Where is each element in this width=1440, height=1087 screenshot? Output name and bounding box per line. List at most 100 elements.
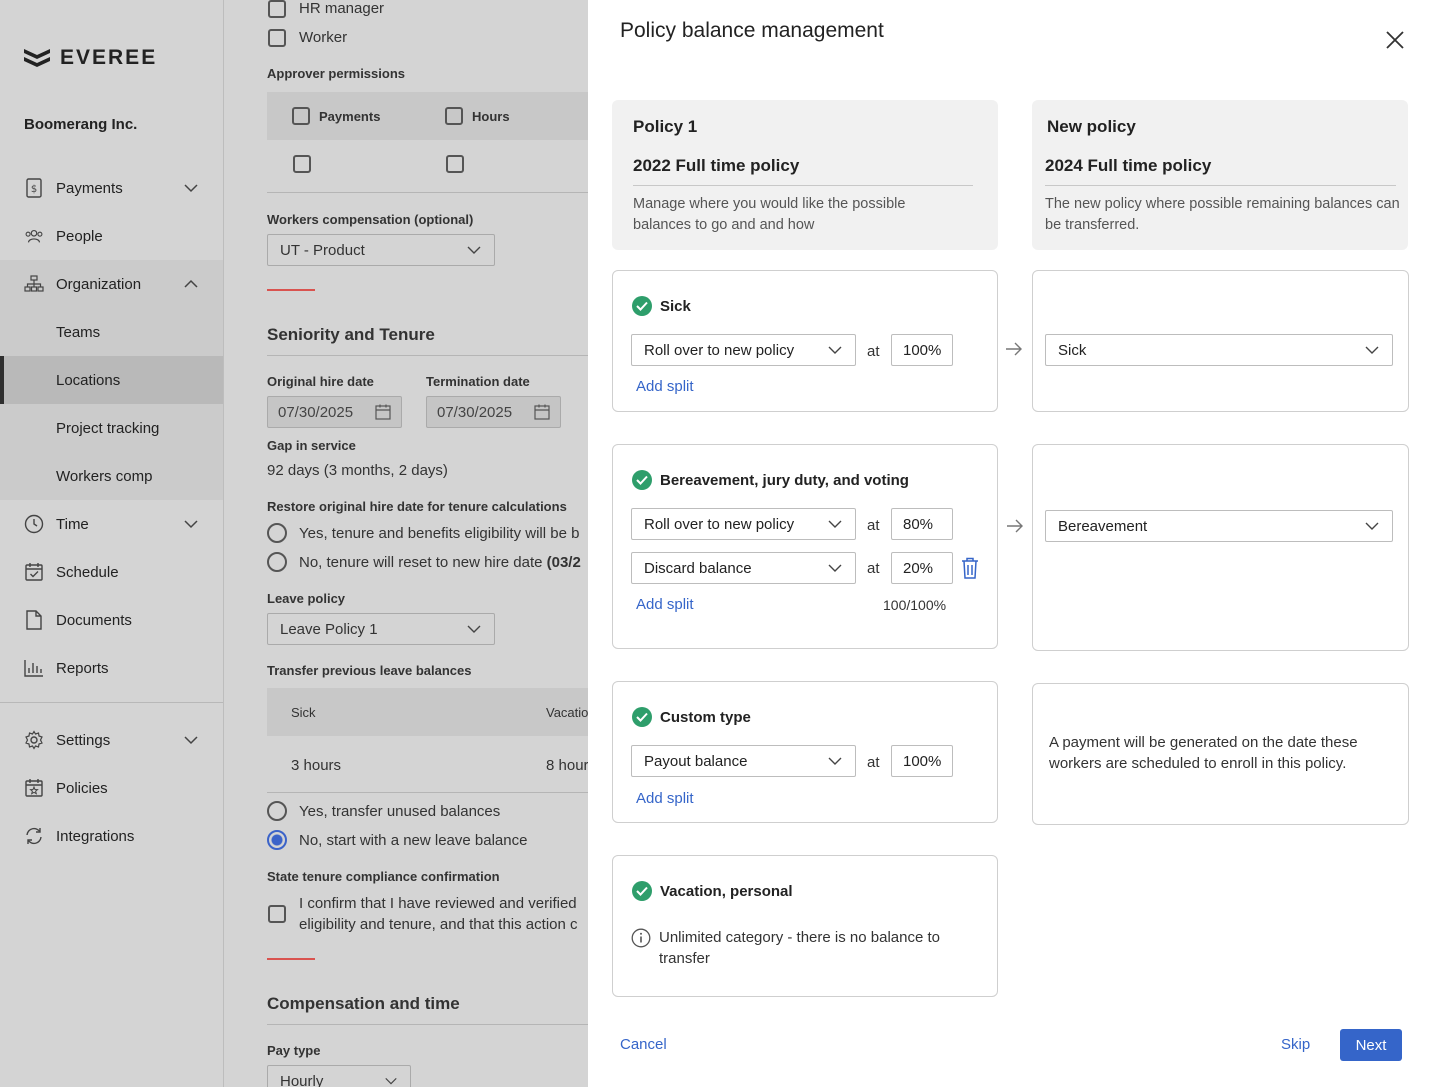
chevron-down-icon	[467, 246, 481, 254]
check-circle-icon	[632, 881, 652, 901]
chevron-down-icon	[828, 757, 842, 765]
everee-logo[interactable]: EVEREE	[24, 46, 157, 70]
pay-type-select[interactable]: Hourly	[267, 1065, 411, 1087]
company-name: Boomerang Inc.	[24, 116, 138, 133]
custom-type-percent-input[interactable]: 100%	[891, 745, 953, 777]
approver-header-checkbox-hours[interactable]	[445, 107, 463, 125]
sidebar-item-documents[interactable]: Documents	[0, 596, 223, 644]
sidebar-item-people[interactable]: People	[0, 212, 223, 260]
sidebar: EVEREE Boomerang Inc. $ Payments People …	[0, 0, 224, 1087]
restore-yes-radio[interactable]	[267, 523, 287, 543]
calendar-icon	[534, 404, 550, 420]
sidebar-subitem-locations[interactable]: Locations	[0, 356, 223, 404]
people-icon	[24, 226, 44, 246]
sick-action-select[interactable]: Roll over to new policy	[631, 334, 856, 366]
sidebar-item-settings[interactable]: Settings	[0, 716, 223, 764]
sidebar-item-reports[interactable]: Reports	[0, 644, 223, 692]
restore-no-radio[interactable]	[267, 552, 287, 572]
sidebar-item-label: Schedule	[56, 563, 119, 581]
transfer-sick-value: 3 hours	[291, 757, 342, 774]
sidebar-item-label: People	[56, 227, 103, 245]
approver-row-checkbox-payments[interactable]	[293, 155, 311, 173]
role-label-worker: Worker	[299, 29, 348, 46]
sick-target-select[interactable]: Sick	[1045, 334, 1393, 366]
sick-action-value: Roll over to new policy	[644, 341, 795, 359]
pay-type-value: Hourly	[280, 1072, 324, 1087]
sidebar-subitem-workers-comp[interactable]: Workers comp	[0, 452, 223, 500]
next-button[interactable]: Next	[1340, 1029, 1402, 1061]
chevron-down-icon	[467, 625, 481, 633]
info-icon	[631, 928, 651, 948]
chevron-up-icon[interactable]	[183, 276, 199, 292]
bereavement-percent-input-2[interactable]: 20%	[891, 552, 953, 584]
transfer-yes-radio[interactable]	[267, 801, 287, 821]
skip-button[interactable]: Skip	[1281, 1036, 1310, 1053]
leave-policy-select[interactable]: Leave Policy 1	[267, 613, 495, 645]
bereavement-action-value-1: Roll over to new policy	[644, 515, 795, 533]
hire-date-field[interactable]: 07/30/2025	[267, 396, 402, 428]
bereavement-percent-input-1[interactable]: 80%	[891, 508, 953, 540]
at-label: at	[867, 517, 880, 534]
divider	[633, 185, 973, 186]
termination-date-field[interactable]: 07/30/2025	[426, 396, 561, 428]
compliance-checkbox[interactable]	[268, 905, 286, 923]
bereavement-target-card: Bereavement	[1032, 444, 1409, 651]
sidebar-subitem-project-tracking[interactable]: Project tracking	[0, 404, 223, 452]
leave-policy-value: Leave Policy 1	[280, 620, 378, 638]
section-accent-line	[267, 289, 315, 291]
chevron-down-icon[interactable]	[183, 180, 199, 196]
divider	[267, 1024, 588, 1025]
transfer-balances-label: Transfer previous leave balances	[267, 663, 472, 678]
new-policy-description: The new policy where possible remaining …	[1045, 196, 1400, 233]
bereavement-action-select-1[interactable]: Roll over to new policy	[631, 508, 856, 540]
trash-icon[interactable]	[961, 557, 979, 579]
sidebar-subitem-teams[interactable]: Teams	[0, 308, 223, 356]
cancel-button[interactable]: Cancel	[620, 1036, 667, 1053]
sidebar-item-time[interactable]: Time	[0, 500, 223, 548]
restore-hire-date-label: Restore original hire date for tenure ca…	[267, 499, 567, 514]
approver-col-payments: Payments	[319, 109, 381, 124]
custom-type-add-split-link[interactable]: Add split	[636, 790, 694, 807]
transfer-no-radio[interactable]	[267, 830, 287, 850]
bereavement-target-select[interactable]: Bereavement	[1045, 510, 1393, 542]
sidebar-item-policies[interactable]: Policies	[0, 764, 223, 812]
svg-text:$: $	[31, 184, 37, 195]
custom-type-action-select[interactable]: Payout balance	[631, 745, 856, 777]
sidebar-item-organization[interactable]: Organization	[0, 260, 223, 308]
chevron-down-icon[interactable]	[183, 516, 199, 532]
at-label: at	[867, 560, 880, 577]
termination-date-value: 07/30/2025	[437, 403, 513, 421]
role-checkbox-worker[interactable]	[268, 29, 286, 47]
role-checkbox-hr-manager[interactable]	[268, 0, 286, 18]
close-button[interactable]	[1383, 28, 1407, 52]
bereavement-title: Bereavement, jury duty, and voting	[632, 470, 909, 490]
workers-comp-select[interactable]: UT - Product	[267, 234, 495, 266]
approver-header-checkbox-payments[interactable]	[292, 107, 310, 125]
approver-row-checkbox-hours[interactable]	[446, 155, 464, 173]
hire-date-label: Original hire date	[267, 374, 374, 389]
arrow-right-icon	[1006, 342, 1022, 356]
sidebar-item-integrations[interactable]: Integrations	[0, 812, 223, 860]
vacation-title: Vacation, personal	[632, 881, 793, 901]
sick-percent-input[interactable]: 100%	[891, 334, 953, 366]
payments-icon: $	[24, 178, 44, 198]
sick-add-split-link[interactable]: Add split	[636, 378, 694, 395]
new-policy-header: New policy 2024 Full time policy The new…	[1032, 100, 1408, 250]
sick-target-card: Sick	[1032, 270, 1409, 412]
chevron-down-icon[interactable]	[183, 732, 199, 748]
close-icon	[1386, 31, 1404, 49]
organization-icon	[24, 274, 44, 294]
bereavement-add-split-link[interactable]: Add split	[636, 596, 694, 613]
role-label-hr-manager: HR manager	[299, 0, 385, 17]
sidebar-item-payments[interactable]: $ Payments	[0, 164, 223, 212]
bereavement-target-value: Bereavement	[1058, 517, 1148, 535]
termination-date-label: Termination date	[426, 374, 530, 389]
sick-title: Sick	[632, 296, 691, 316]
everee-logo-mark-icon	[24, 49, 50, 67]
vacation-info-text: Unlimited category - there is no balance…	[659, 929, 940, 967]
sidebar-item-schedule[interactable]: Schedule	[0, 548, 223, 596]
bereavement-action-select-2[interactable]: Discard balance	[631, 552, 856, 584]
document-icon	[24, 610, 44, 630]
custom-type-balance-card: Custom type Payout balance at 100% Add s…	[612, 681, 998, 823]
calendar-icon	[375, 404, 391, 420]
